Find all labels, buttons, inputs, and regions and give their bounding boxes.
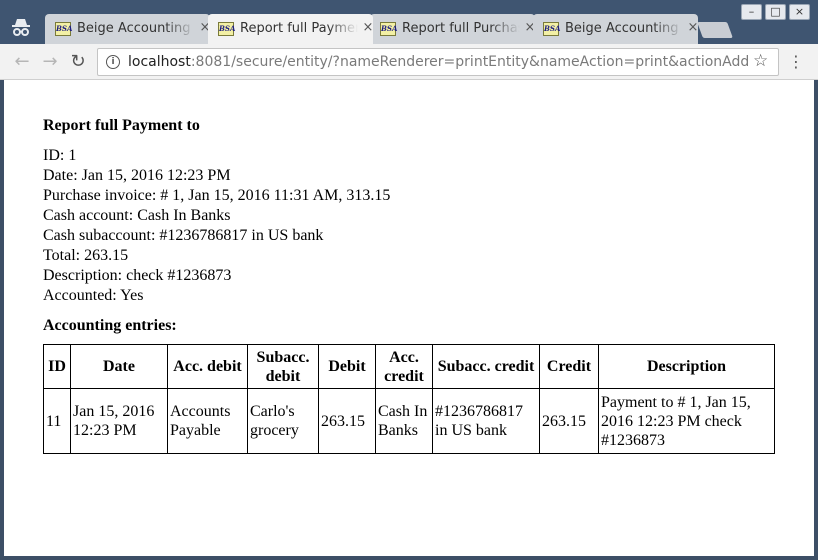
incognito-icon xyxy=(12,19,30,36)
bsa-favicon-icon: BSA xyxy=(218,22,235,36)
report-title: Report full Payment to xyxy=(43,117,200,134)
field-total: Total: 263.15 xyxy=(43,247,129,264)
bsa-favicon-icon: BSA xyxy=(55,22,72,36)
table-cell: Cash In Banks xyxy=(375,388,433,454)
reload-icon[interactable]: ↻ xyxy=(68,52,88,72)
address-url[interactable]: localhost:8081/secure/entity/?nameRender… xyxy=(128,54,748,70)
field-id: ID: 1 xyxy=(43,147,77,164)
report-document: Report full Payment to ID: 1 Date: Jan 1… xyxy=(43,116,775,454)
tab-beige-accounting-1[interactable]: BSA Beige Accounting × xyxy=(45,14,210,44)
table-cell: Carlo's grocery xyxy=(247,388,319,454)
col-header: Debit xyxy=(318,344,376,389)
field-purchase-invoice: Purchase invoice: # 1, Jan 15, 2016 11:3… xyxy=(43,187,391,204)
maximize-button[interactable]: □ xyxy=(765,4,786,20)
col-header: Description xyxy=(598,344,775,389)
browser-window: BSA Beige Accounting × BSA Report full P… xyxy=(0,0,818,560)
col-header: Subacc. credit xyxy=(432,344,540,389)
site-info-icon[interactable]: i xyxy=(106,55,120,69)
bsa-favicon-icon: BSA xyxy=(380,22,397,36)
table-cell: Accounts Payable xyxy=(167,388,248,454)
close-window-button[interactable]: × xyxy=(789,4,810,20)
entries-heading: Accounting entries: xyxy=(43,317,177,334)
forward-arrow-icon[interactable]: → xyxy=(40,52,60,72)
col-header: ID xyxy=(43,344,71,389)
new-tab-button[interactable] xyxy=(697,22,733,38)
col-header: Acc. credit xyxy=(375,344,433,389)
browser-toolbar: ← → ↻ i localhost:8081/secure/entity/?na… xyxy=(0,44,818,80)
field-cash-subaccount: Cash subaccount: #1236786817 in US bank xyxy=(43,227,324,244)
table-header-row: ID Date Acc. debit Subacc. debit Debit A… xyxy=(43,344,775,389)
table-cell: 263.15 xyxy=(318,388,376,454)
accounting-entries-table: ID Date Acc. debit Subacc. debit Debit A… xyxy=(43,344,775,454)
table-cell: 11 xyxy=(43,388,71,454)
minimize-button[interactable]: – xyxy=(741,4,762,20)
page-content: Report full Payment to ID: 1 Date: Jan 1… xyxy=(4,80,814,556)
table-cell: 263.15 xyxy=(539,388,599,454)
close-tab-icon[interactable]: × xyxy=(361,20,375,36)
table-row: 11 Jan 15, 2016 12:23 PM Accounts Payabl… xyxy=(43,388,775,454)
table-cell: #1236786817 in US bank xyxy=(432,388,540,454)
title-bar: BSA Beige Accounting × BSA Report full P… xyxy=(0,0,818,44)
back-arrow-icon[interactable]: ← xyxy=(12,52,32,72)
kebab-menu-icon[interactable]: ⋮ xyxy=(788,52,804,72)
bsa-favicon-icon: BSA xyxy=(543,22,560,36)
tab-report-full-purchase[interactable]: BSA Report full Purchase × xyxy=(370,14,535,44)
table-cell: Payment to # 1, Jan 15, 2016 12:23 PM ch… xyxy=(598,388,775,454)
field-description: Description: check #1236873 xyxy=(43,267,232,284)
field-cash-account: Cash account: Cash In Banks xyxy=(43,207,231,224)
tab-beige-accounting-2[interactable]: BSA Beige Accounting × xyxy=(533,14,698,44)
field-accounted: Accounted: Yes xyxy=(43,287,144,304)
tab-report-full-payment[interactable]: BSA Report full Payment to × xyxy=(208,14,373,44)
col-header: Subacc. debit xyxy=(247,344,319,389)
field-date: Date: Jan 15, 2016 12:23 PM xyxy=(43,167,231,184)
col-header: Date xyxy=(70,344,168,389)
col-header: Credit xyxy=(539,344,599,389)
bookmark-star-icon[interactable]: ☆ xyxy=(753,51,768,71)
address-bar[interactable]: i localhost:8081/secure/entity/?nameRend… xyxy=(97,48,779,76)
col-header: Acc. debit xyxy=(167,344,248,389)
table-cell: Jan 15, 2016 12:23 PM xyxy=(70,388,168,454)
